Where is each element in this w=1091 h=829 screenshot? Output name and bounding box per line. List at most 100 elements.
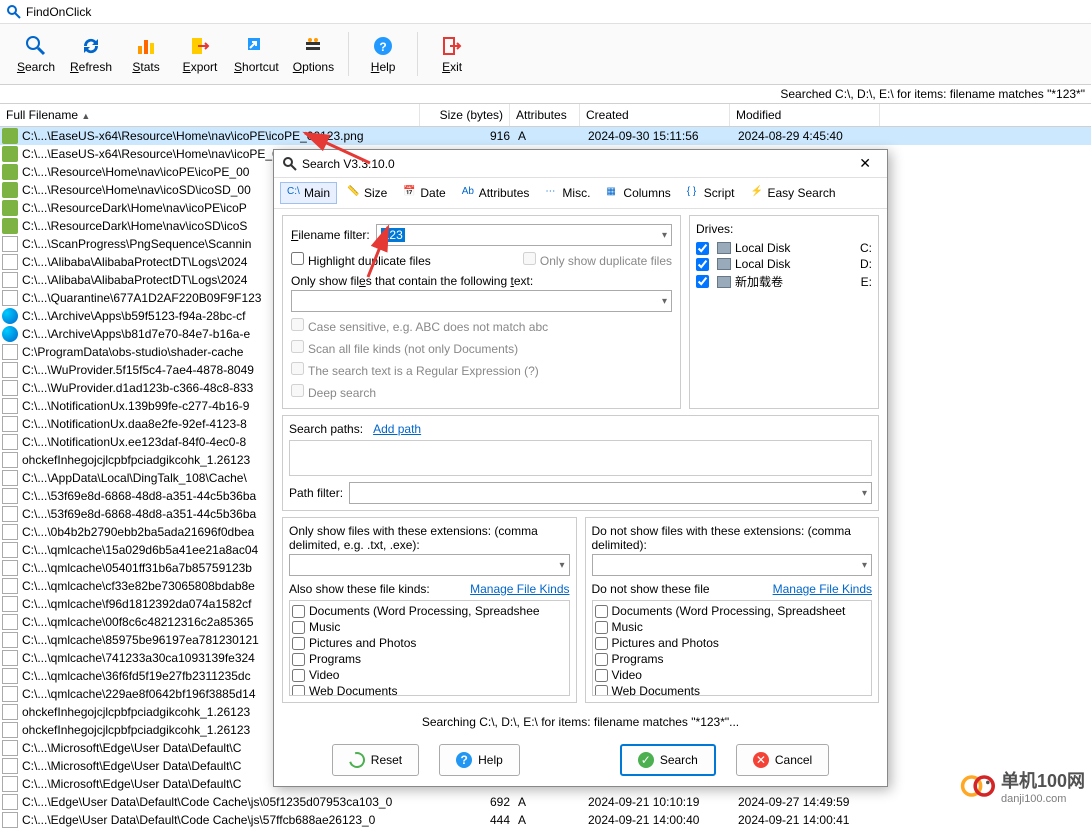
drive-D[interactable]: Local DiskD: bbox=[696, 256, 872, 272]
tab-script[interactable]: { }Script bbox=[681, 183, 741, 203]
dialog-tabs: C:\Main📏Size📅DateAbAttributes⋯Misc.▦Colu… bbox=[274, 178, 887, 209]
close-button[interactable]: ✕ bbox=[851, 153, 879, 174]
status-strip: Searched C:\, D:\, E:\ for items: filena… bbox=[0, 85, 1091, 104]
not-kinds-list[interactable]: Documents (Word Processing, SpreadsheetM… bbox=[592, 600, 873, 696]
png-file-icon bbox=[2, 128, 18, 144]
deep-search-checkbox: Deep search bbox=[291, 384, 672, 400]
doc-file-icon bbox=[2, 272, 18, 288]
kind-web[interactable]: Web Documents bbox=[292, 683, 567, 696]
not-ext-input[interactable] bbox=[592, 554, 873, 576]
app-icon bbox=[6, 4, 22, 20]
tab-main[interactable]: C:\Main bbox=[280, 182, 337, 204]
filename-filter-input[interactable]: 123 bbox=[376, 224, 672, 246]
dialog-buttons: Reset ?Help ✓Search ✕Cancel bbox=[274, 738, 887, 786]
tab-size[interactable]: 📏Size bbox=[341, 183, 393, 203]
doc-file-icon bbox=[2, 506, 18, 522]
kind-pictures[interactable]: Pictures and Photos bbox=[292, 635, 567, 651]
drives-label: Drives: bbox=[696, 222, 872, 236]
exit-button[interactable]: Exit bbox=[426, 28, 478, 80]
scan-all-kinds-checkbox: Scan all file kinds (not only Documents) bbox=[291, 340, 672, 356]
filename-filter-label: Filename filter: bbox=[291, 228, 370, 242]
help-button[interactable]: ?Help bbox=[439, 744, 520, 776]
kind-web[interactable]: Web Documents bbox=[595, 683, 870, 696]
search-paths-list[interactable] bbox=[289, 440, 872, 476]
drive-C[interactable]: Local DiskC: bbox=[696, 240, 872, 256]
svg-text:?: ? bbox=[379, 40, 386, 54]
search-paths-panel: Search paths: Add path Path filter: bbox=[282, 415, 879, 511]
table-row[interactable]: C:\...\Edge\User Data\Default\Code Cache… bbox=[0, 811, 1091, 829]
col-filename[interactable]: Full Filename ▲ bbox=[0, 104, 420, 126]
drive-icon bbox=[717, 242, 731, 254]
kind-music[interactable]: Music bbox=[595, 619, 870, 635]
col-modified[interactable]: Modified bbox=[730, 104, 880, 126]
dialog-title: Search V3.3.10.0 bbox=[302, 157, 395, 171]
dialog-titlebar[interactable]: Search V3.3.10.0 ✕ bbox=[274, 150, 887, 178]
tab-attributes[interactable]: AbAttributes bbox=[456, 183, 536, 203]
sort-asc-icon: ▲ bbox=[81, 111, 90, 121]
doc-file-icon bbox=[2, 812, 18, 828]
tab-date[interactable]: 📅Date bbox=[397, 183, 451, 203]
doc-file-icon bbox=[2, 776, 18, 792]
drive-E[interactable]: 新加载卷E: bbox=[696, 272, 872, 291]
png-file-icon bbox=[2, 146, 18, 162]
col-created[interactable]: Created bbox=[580, 104, 730, 126]
options-button[interactable]: Options bbox=[287, 28, 340, 80]
not-kinds-label: Do not show these file bbox=[592, 582, 710, 596]
cancel-button[interactable]: ✕Cancel bbox=[736, 744, 829, 776]
doc-file-icon bbox=[2, 722, 18, 738]
doc-file-icon bbox=[2, 434, 18, 450]
path-filter-input[interactable] bbox=[349, 482, 872, 504]
kind-documents[interactable]: Documents (Word Processing, Spreadsheet bbox=[595, 603, 870, 619]
doc-file-icon bbox=[2, 488, 18, 504]
table-row[interactable]: C:\...\Edge\User Data\Default\Code Cache… bbox=[0, 793, 1091, 811]
only-ext-label: Only show files with these extensions: (… bbox=[289, 524, 570, 552]
reset-button[interactable]: Reset bbox=[332, 744, 419, 776]
tab-misc-[interactable]: ⋯Misc. bbox=[539, 183, 596, 203]
doc-file-icon bbox=[2, 254, 18, 270]
help-button[interactable]: ?Help bbox=[357, 28, 409, 80]
only-ext-input[interactable] bbox=[289, 554, 570, 576]
also-kinds-label: Also show these file kinds: bbox=[289, 582, 430, 596]
col-attributes[interactable]: Attributes bbox=[510, 104, 580, 126]
tab-columns[interactable]: ▦Columns bbox=[600, 183, 676, 203]
kind-pictures[interactable]: Pictures and Photos bbox=[595, 635, 870, 651]
doc-file-icon bbox=[2, 290, 18, 306]
png-file-icon bbox=[2, 218, 18, 234]
kind-video[interactable]: Video bbox=[292, 667, 567, 683]
path-filter-label: Path filter: bbox=[289, 486, 343, 500]
doc-file-icon bbox=[2, 416, 18, 432]
col-size[interactable]: Size (bytes) bbox=[420, 104, 510, 126]
refresh-button[interactable]: Refresh bbox=[64, 28, 118, 80]
export-button[interactable]: Export bbox=[174, 28, 226, 80]
contain-text-input[interactable] bbox=[291, 290, 672, 312]
filter-panel: Filename filter: 123 Highlight duplicate… bbox=[282, 215, 681, 409]
doc-file-icon bbox=[2, 524, 18, 540]
kind-documents[interactable]: Documents (Word Processing, Spreadshee bbox=[292, 603, 567, 619]
highlight-duplicates-checkbox[interactable]: Highlight duplicate files bbox=[291, 252, 431, 268]
kind-music[interactable]: Music bbox=[292, 619, 567, 635]
kind-video[interactable]: Video bbox=[595, 667, 870, 683]
search-button[interactable]: Search bbox=[10, 28, 62, 80]
add-path-link[interactable]: Add path bbox=[373, 422, 421, 436]
tab-easy-search[interactable]: ⚡Easy Search bbox=[744, 183, 841, 203]
shortcut-button[interactable]: Shortcut bbox=[228, 28, 285, 80]
search-dialog: Search V3.3.10.0 ✕ C:\Main📏Size📅DateAbAt… bbox=[273, 149, 888, 787]
table-header: Full Filename ▲ Size (bytes) Attributes … bbox=[0, 104, 1091, 127]
doc-file-icon bbox=[2, 380, 18, 396]
doc-file-icon bbox=[2, 614, 18, 630]
search-button[interactable]: ✓Search bbox=[620, 744, 716, 776]
only-duplicates-checkbox: Only show duplicate files bbox=[523, 252, 672, 268]
manage-kinds-link-2[interactable]: Manage File Kinds bbox=[773, 582, 872, 596]
also-kinds-list[interactable]: Documents (Word Processing, SpreadsheeMu… bbox=[289, 600, 570, 696]
manage-kinds-link-1[interactable]: Manage File Kinds bbox=[470, 582, 569, 596]
kind-programs[interactable]: Programs bbox=[292, 651, 567, 667]
doc-file-icon bbox=[2, 704, 18, 720]
doc-file-icon bbox=[2, 452, 18, 468]
contain-text-label: Only show files that contain the followi… bbox=[291, 274, 672, 288]
kind-programs[interactable]: Programs bbox=[595, 651, 870, 667]
doc-file-icon bbox=[2, 740, 18, 756]
stats-button[interactable]: Stats bbox=[120, 28, 172, 80]
doc-file-icon bbox=[2, 668, 18, 684]
table-row[interactable]: C:\...\EaseUS-x64\Resource\Home\nav\icoP… bbox=[0, 127, 1091, 145]
drive-icon bbox=[717, 276, 731, 288]
